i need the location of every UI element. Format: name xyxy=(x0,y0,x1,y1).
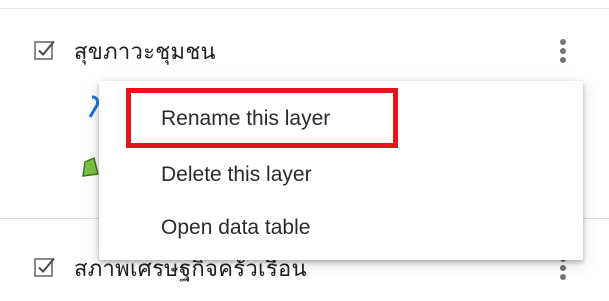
layer-visibility-checkbox[interactable] xyxy=(34,39,56,61)
layer-row[interactable]: สุขภาวะชุมชน xyxy=(0,33,609,73)
menu-item-label: Rename this layer xyxy=(161,107,331,130)
menu-item-label: Delete this layer xyxy=(161,163,312,186)
layer-name[interactable]: สุขภาวะชุมชน xyxy=(74,39,216,65)
layer-context-menu: Rename this layer Delete this layer Open… xyxy=(99,81,583,260)
menu-item-delete-layer[interactable]: Delete this layer xyxy=(99,147,583,201)
menu-item-label: Open data table xyxy=(161,216,311,239)
menu-item-rename-layer[interactable]: Rename this layer xyxy=(99,91,583,145)
layers-panel: สุขภาวะชุมชน สภาพเศรษฐกิจครัวเรือน Renam… xyxy=(0,0,609,301)
checkbox-checked-icon xyxy=(34,39,56,61)
menu-item-open-data-table[interactable]: Open data table xyxy=(99,200,583,254)
layer-visibility-checkbox[interactable] xyxy=(34,256,56,278)
more-vert-icon[interactable] xyxy=(556,35,570,67)
style-polygon-icon[interactable] xyxy=(80,156,100,178)
checkbox-checked-icon xyxy=(34,256,56,278)
divider xyxy=(0,8,609,9)
